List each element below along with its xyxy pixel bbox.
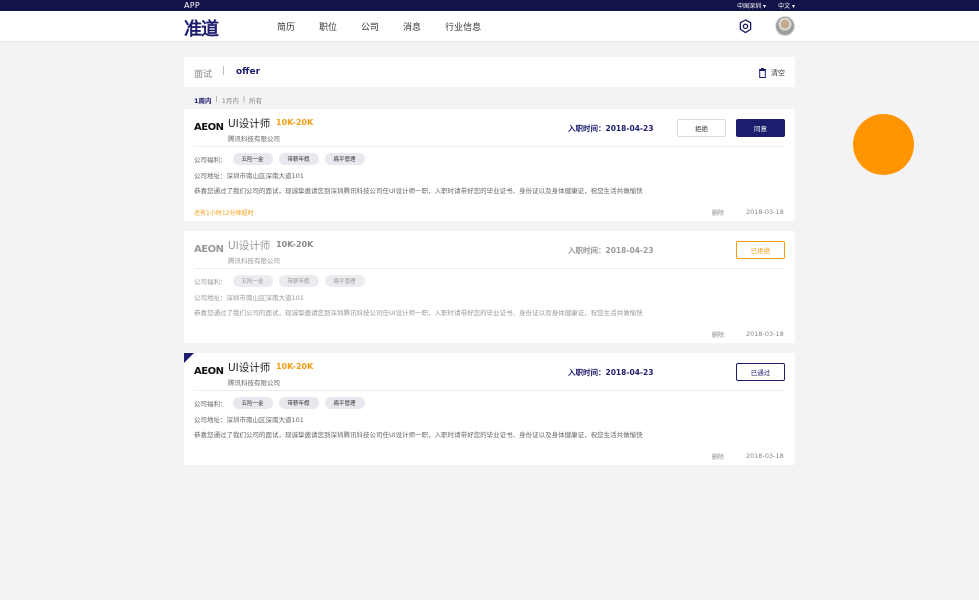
offer-message: 恭喜您通过了我们公司的面试，现诚挚邀请您到深圳腾讯科技公司任UI设计师一职，入职… <box>194 187 643 195</box>
company-address: 公司地址：深圳市南山区深南大道101 <box>194 416 304 424</box>
company-logo: AEON <box>194 122 224 133</box>
clear-button[interactable]: 清空 <box>758 68 785 78</box>
benefit-tag: 带薪年假 <box>278 153 319 165</box>
offer-card: AEON UI设计师 10K-20K 腾讯科技有限公司 入职时间：2018-04… <box>184 231 795 343</box>
offer-message: 恭喜您通过了我们公司的面试，现诚挚邀请您到深圳腾讯科技公司任UI设计师一职，入职… <box>194 309 643 317</box>
nav-item-industry-info[interactable]: 行业信息 <box>445 20 481 33</box>
floating-action-button[interactable] <box>853 114 914 175</box>
company-address: 公司地址：深圳市南山区深南大道101 <box>194 294 304 302</box>
benefits: 公司福利： 五险一金 带薪年假 扁平管理 <box>194 153 365 165</box>
benefits: 公司福利： 五险一金 带薪年假 扁平管理 <box>194 397 365 409</box>
join-date: 入职时间：2018-04-23 <box>568 246 654 255</box>
benefit-tag: 带薪年假 <box>278 275 319 287</box>
salary: 10K-20K <box>276 362 314 371</box>
divider <box>194 146 785 147</box>
offer-date: 2018-03-18 <box>746 452 784 460</box>
salary: 10K-20K <box>276 240 314 249</box>
benefit-tag: 五险一金 <box>232 153 273 165</box>
benefit-tag: 五险一金 <box>232 397 273 409</box>
tabs-bar: 面试 | offer 清空 <box>184 57 795 87</box>
benefit-tag: 扁平管理 <box>324 397 365 409</box>
delete-link[interactable]: 删除 <box>712 208 724 217</box>
divider <box>194 390 785 391</box>
trash-icon <box>759 68 766 78</box>
benefit-tag: 扁平管理 <box>324 153 365 165</box>
company-address: 公司地址：深圳市南山区深南大道101 <box>194 172 304 180</box>
status-badge: 已拒绝 <box>736 241 785 259</box>
nav-item-companies[interactable]: 公司 <box>361 20 379 33</box>
language-selector[interactable]: 中文 <box>778 1 795 10</box>
filter-separator: | <box>215 95 218 103</box>
offer-date: 2018-03-18 <box>746 208 784 216</box>
salary: 10K-20K <box>276 118 314 127</box>
filter-1-month[interactable]: 1月内 <box>222 95 239 105</box>
benefit-tag: 带薪年假 <box>278 397 319 409</box>
brand-logo[interactable]: 准道 <box>184 15 219 41</box>
accept-button[interactable]: 同意 <box>736 119 785 137</box>
nav-item-resume[interactable]: 简历 <box>277 20 295 33</box>
job-title[interactable]: UI设计师 <box>228 116 270 131</box>
gear-icon[interactable] <box>738 19 753 34</box>
tab-interview[interactable]: 面试 <box>194 67 212 80</box>
avatar[interactable] <box>775 16 795 36</box>
city-selector[interactable]: 中国深圳 <box>737 1 766 10</box>
offer-date: 2018-03-18 <box>746 330 784 338</box>
clear-label: 清空 <box>771 69 785 77</box>
join-date: 入职时间：2018-04-23 <box>568 124 654 133</box>
company-name[interactable]: 腾讯科技有限公司 <box>228 133 280 143</box>
company-name[interactable]: 腾讯科技有限公司 <box>228 255 280 265</box>
filter-all[interactable]: 所有 <box>249 95 262 105</box>
delete-link[interactable]: 删除 <box>712 452 724 461</box>
benefits: 公司福利： 五险一金 带薪年假 扁平管理 <box>194 275 365 287</box>
benefits-label: 公司福利： <box>194 400 227 408</box>
offer-card: AEON UI设计师 10K-20K 腾讯科技有限公司 入职时间：2018-04… <box>184 353 795 465</box>
header: 准道 简历 职位 公司 消息 行业信息 <box>0 11 979 42</box>
company-logo: AEON <box>194 366 224 377</box>
job-title[interactable]: UI设计师 <box>228 360 270 375</box>
company-name[interactable]: 腾讯科技有限公司 <box>228 377 280 387</box>
nav-item-messages[interactable]: 消息 <box>403 20 421 33</box>
main-nav: 简历 职位 公司 消息 行业信息 <box>277 20 505 33</box>
corner-marker <box>184 353 194 363</box>
benefit-tag: 扁平管理 <box>324 275 365 287</box>
filter-1-week[interactable]: 1周内 <box>194 95 212 105</box>
company-logo: AEON <box>194 244 224 255</box>
app-link[interactable]: APP <box>184 1 200 10</box>
expire-countdown: 还有1小时12分钟超时 <box>194 210 254 217</box>
filter-separator: | <box>242 95 246 103</box>
benefits-label: 公司福利： <box>194 278 227 286</box>
reject-button[interactable]: 拒绝 <box>677 119 726 137</box>
time-filter: 1周内 | 1月内 | 所有 <box>194 95 262 105</box>
status-badge: 已通过 <box>736 363 785 381</box>
job-title[interactable]: UI设计师 <box>228 238 270 253</box>
benefit-tag: 五险一金 <box>232 275 273 287</box>
tab-separator: | <box>222 66 226 76</box>
offer-message: 恭喜您通过了我们公司的面试，现诚挚邀请您到深圳腾讯科技公司任UI设计师一职，入职… <box>194 431 643 439</box>
nav-item-jobs[interactable]: 职位 <box>319 20 337 33</box>
delete-link[interactable]: 删除 <box>712 330 724 339</box>
top-bar: APP 中国深圳 中文 <box>0 0 979 11</box>
tab-offer[interactable]: offer <box>236 67 260 77</box>
divider <box>194 268 785 269</box>
offer-card: AEON UI设计师 10K-20K 腾讯科技有限公司 入职时间：2018-04… <box>184 109 795 221</box>
benefits-label: 公司福利： <box>194 156 227 164</box>
join-date: 入职时间：2018-04-23 <box>568 368 654 377</box>
